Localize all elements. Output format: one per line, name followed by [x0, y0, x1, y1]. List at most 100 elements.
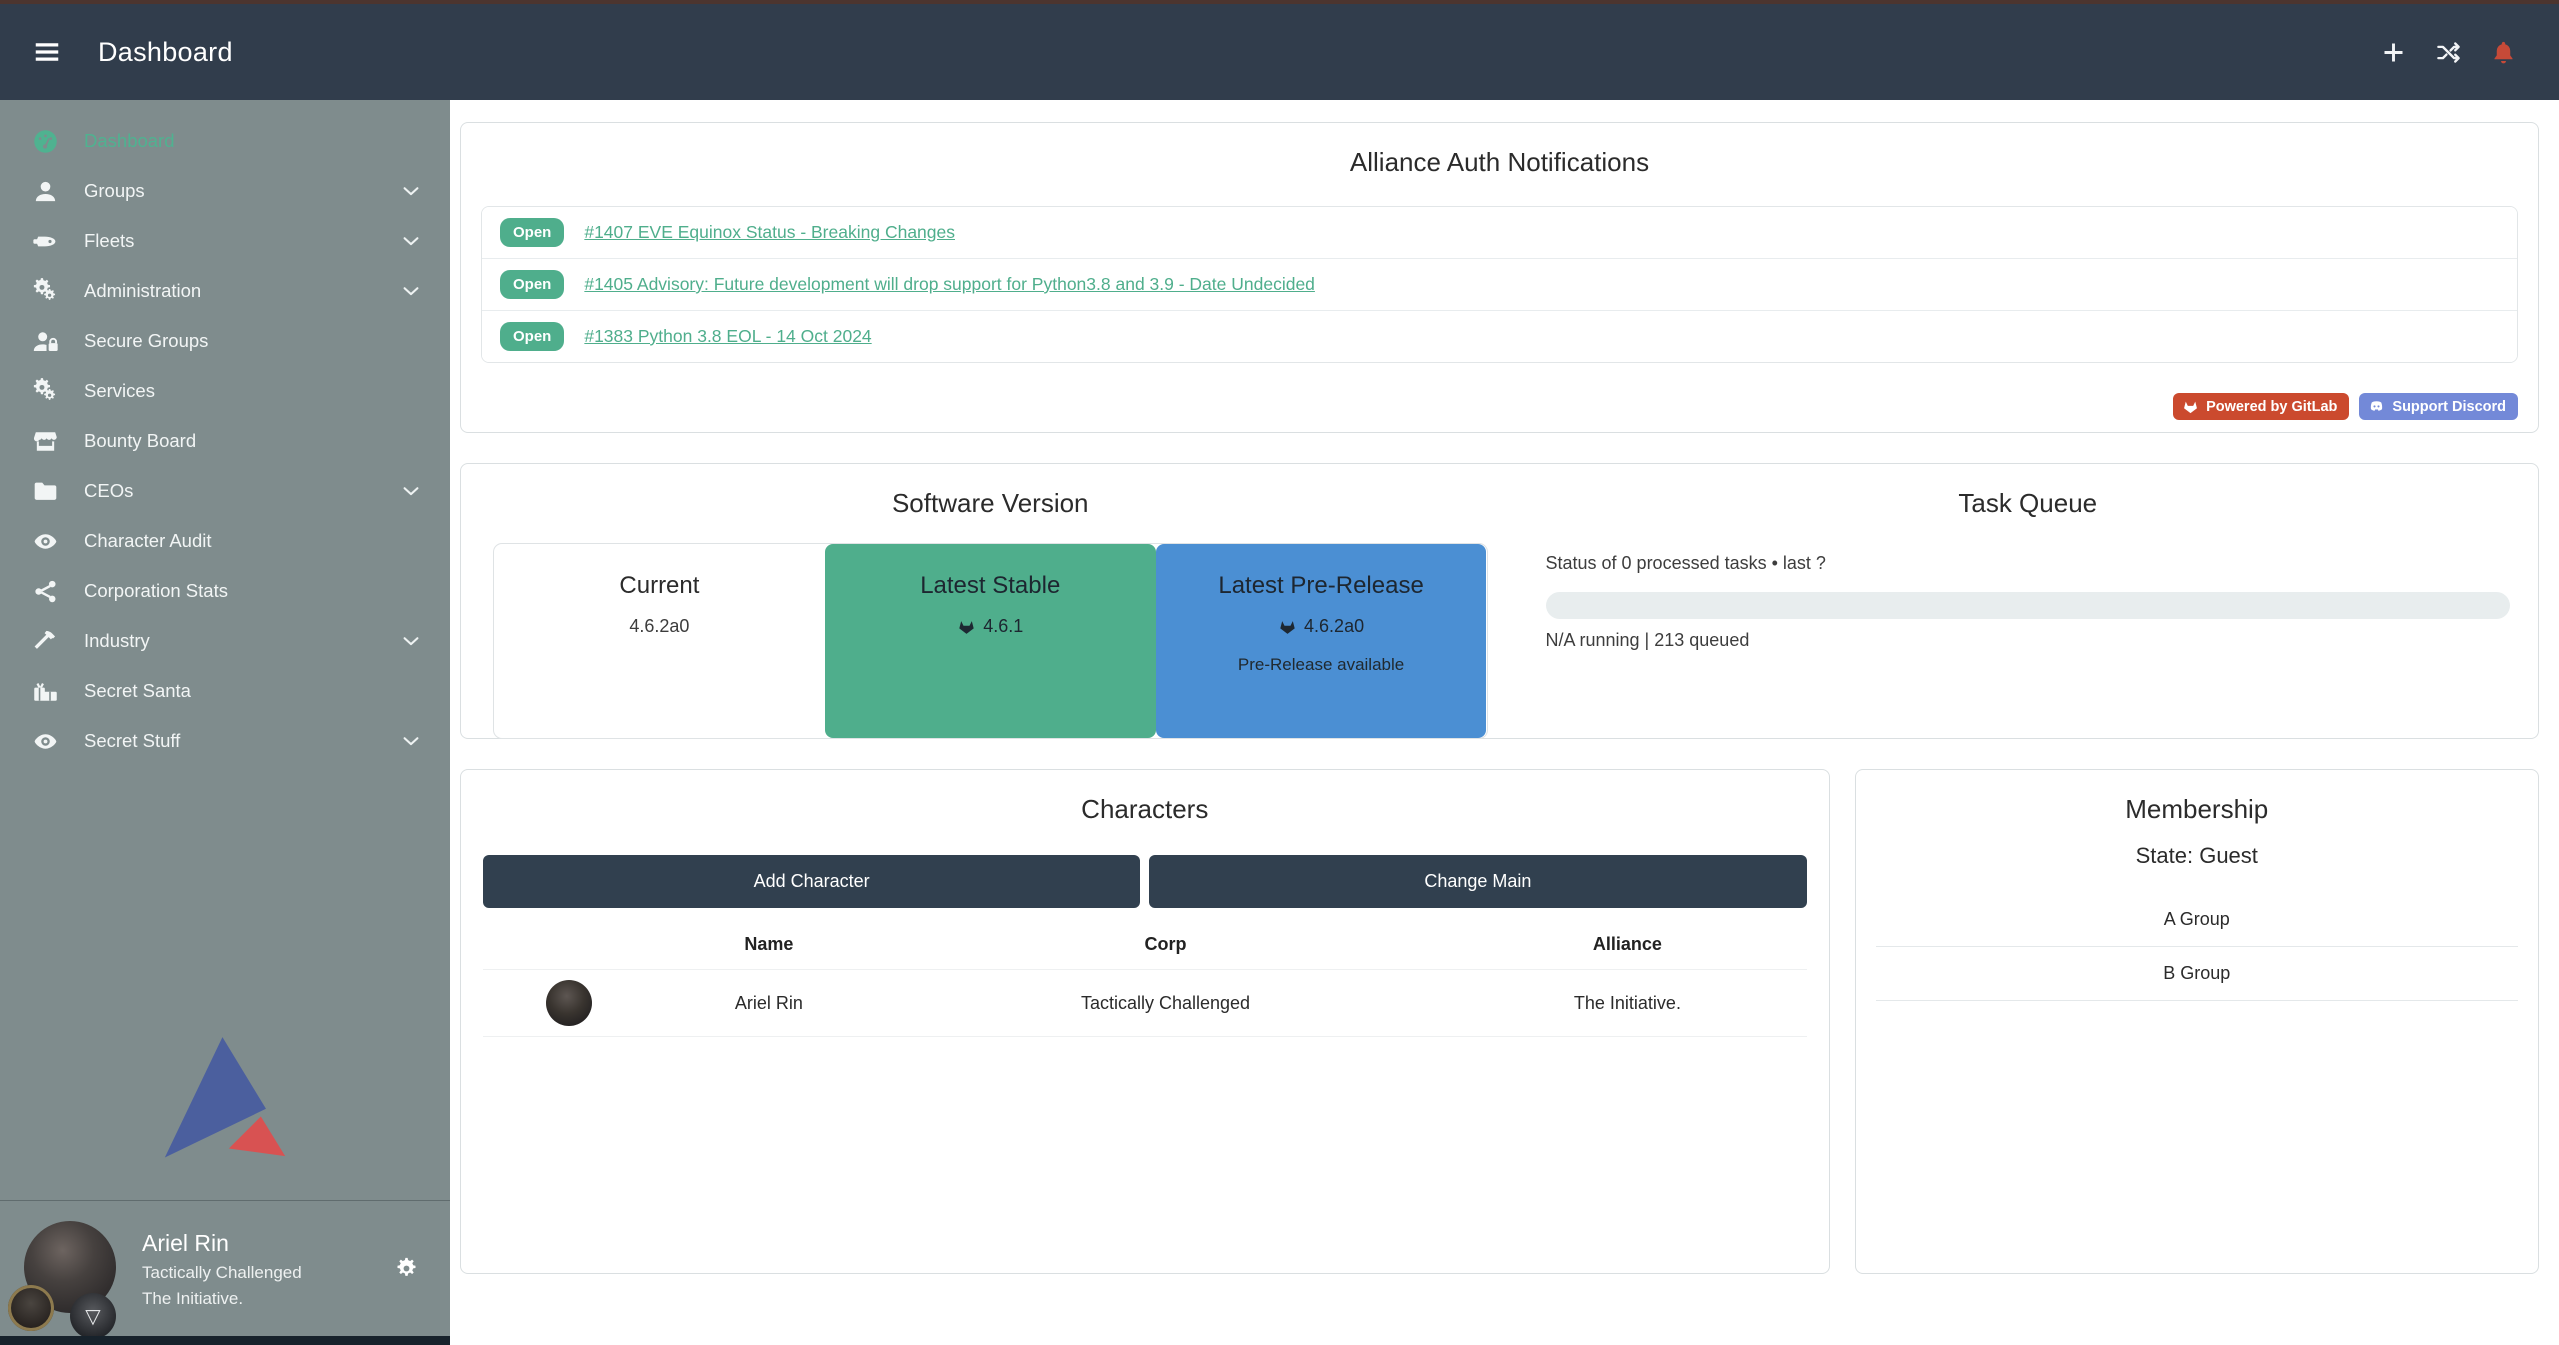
- gears-icon: [30, 276, 60, 306]
- version-boxes: Current4.6.2a0Latest Stable4.6.1Latest P…: [493, 543, 1488, 739]
- task-queue-summary: N/A running | 213 queued: [1546, 630, 2511, 651]
- page-title: Dashboard: [98, 37, 233, 68]
- software-taskqueue-panel: Software Version Current 4.6.2a0Latest St…: [460, 463, 2539, 739]
- task-queue-progressbar: [1546, 592, 2511, 619]
- notification-link[interactable]: #1383 Python 3.8 EOL - 14 Oct 2024: [584, 326, 871, 347]
- user-lock-icon: [30, 326, 60, 356]
- eye-icon: [30, 526, 60, 556]
- sidebar-item-label: Corporation Stats: [84, 580, 422, 602]
- sidebar-item-bounty-board[interactable]: Bounty Board: [0, 416, 450, 466]
- sidebar-item-secret-stuff[interactable]: Secret Stuff: [0, 716, 450, 766]
- character-alliance: The Initiative.: [1448, 970, 1806, 1037]
- col-name: Name: [655, 918, 883, 970]
- task-queue-status: Status of 0 processed tasks • last ?: [1546, 553, 2511, 574]
- top-navbar: Dashboard: [0, 4, 2559, 100]
- col-portrait: [483, 918, 655, 970]
- notification-row: Open#1405 Advisory: Future development w…: [482, 258, 2517, 310]
- folder-icon: [30, 476, 60, 506]
- store-icon: [30, 426, 60, 456]
- sidebar-spacer: [0, 766, 450, 1026]
- user-name: Ariel Rin: [142, 1228, 302, 1259]
- chevron-down-icon: [400, 230, 422, 252]
- gifts-icon: [30, 676, 60, 706]
- sidebar-item-label: CEOs: [84, 480, 400, 502]
- software-version-title: Software Version: [481, 488, 1500, 519]
- chevron-down-icon: [400, 280, 422, 302]
- user-corp: Tactically Challenged: [142, 1262, 302, 1285]
- character-portrait: [546, 980, 592, 1026]
- sidebar-item-label: Administration: [84, 280, 400, 302]
- sidebar-item-services[interactable]: Services: [0, 366, 450, 416]
- user-alliance: The Initiative.: [142, 1288, 302, 1311]
- menu-hamburger-icon[interactable]: [32, 37, 62, 67]
- version-value: 4.6.2a0: [494, 616, 825, 637]
- characters-table-body: Ariel RinTactically ChallengedThe Initia…: [483, 970, 1807, 1037]
- notification-row: Open#1407 EVE Equinox Status - Breaking …: [482, 207, 2517, 258]
- support-discord-badge[interactable]: Support Discord: [2359, 393, 2518, 420]
- version-box-label: Latest Pre-Release: [1156, 572, 1487, 600]
- membership-group-row: B Group: [1876, 947, 2518, 1001]
- sidebar-item-secret-santa[interactable]: Secret Santa: [0, 666, 450, 716]
- membership-group-row: A Group: [1876, 893, 2518, 947]
- sidebar-item-secure-groups[interactable]: Secure Groups: [0, 316, 450, 366]
- membership-state: State: Guest: [1876, 843, 2518, 869]
- chevron-down-icon: [400, 730, 422, 752]
- version-box-pre: Latest Pre-Release 4.6.2a0 Pre-Release ava…: [1156, 544, 1487, 738]
- add-character-button[interactable]: Add Character: [483, 855, 1140, 908]
- notifications-footer-badges: Powered by GitLab Support Discord: [2173, 393, 2518, 420]
- user-icon: [30, 176, 60, 206]
- badge-label: Powered by GitLab: [2206, 399, 2337, 415]
- status-badge: Open: [500, 322, 564, 351]
- characters-title: Characters: [483, 794, 1807, 825]
- sidebar-item-label: Bounty Board: [84, 430, 422, 452]
- sidebar-item-administration[interactable]: Administration: [0, 266, 450, 316]
- sidebar-item-industry[interactable]: Industry: [0, 616, 450, 666]
- sidebar-item-label: Dashboard: [84, 130, 422, 152]
- sidebar-item-label: Secret Santa: [84, 680, 422, 702]
- characters-table-header: NameCorpAlliance: [483, 918, 1807, 970]
- sidebar-item-label: Services: [84, 380, 422, 402]
- sidebar: Dashboard Groups Fleets Administration Secur…: [0, 100, 450, 1345]
- sidebar-item-ceos[interactable]: CEOs: [0, 466, 450, 516]
- chevron-down-icon: [400, 180, 422, 202]
- membership-groups: A GroupB Group: [1876, 893, 2518, 1001]
- notification-link[interactable]: #1405 Advisory: Future development will …: [584, 274, 1315, 295]
- notification-row: Open #1383 Python 3.8 EOL - 14 Oct 2024: [482, 310, 2517, 362]
- character-name: Ariel Rin: [655, 970, 883, 1037]
- sidebar-item-label: Groups: [84, 180, 400, 202]
- membership-title: Membership: [1876, 794, 2518, 825]
- sidebar-item-label: Fleets: [84, 230, 400, 252]
- version-value: 4.6.2a0: [1156, 616, 1487, 637]
- gears-icon: [30, 376, 60, 406]
- notifications-list: Open #1407 EVE Equinox Status - Breaking …: [481, 206, 2518, 363]
- version-note: Pre-Release available: [1156, 655, 1487, 675]
- change-main-button[interactable]: Change Main: [1149, 855, 1806, 908]
- sidebar-item-character-audit[interactable]: Character Audit: [0, 516, 450, 566]
- task-queue-section: Task Queue Status of 0 processed tasks •…: [1500, 480, 2519, 722]
- version-box-label: Latest Stable: [825, 572, 1156, 600]
- sidebar-item-dashboard[interactable]: Dashboard: [0, 116, 450, 166]
- powered-by-gitlab-badge[interactable]: Powered by GitLab: [2173, 393, 2349, 420]
- shuffle-icon[interactable]: [2435, 39, 2462, 66]
- sidebar-item-label: Secure Groups: [84, 330, 422, 352]
- alliance-logo-badge: ▽: [70, 1293, 116, 1339]
- share-icon: [30, 576, 60, 606]
- sidebar-item-corporation-stats[interactable]: Corporation Stats: [0, 566, 450, 616]
- col-alliance: Alliance: [1448, 918, 1806, 970]
- user-avatar-wrap: ▽: [24, 1221, 120, 1317]
- version-box-label: Current: [494, 572, 825, 600]
- notifications-bell-icon[interactable]: [2490, 39, 2517, 66]
- sidebar-item-groups[interactable]: Groups: [0, 166, 450, 216]
- alliance-logo: [0, 1026, 450, 1166]
- sidebar-item-label: Character Audit: [84, 530, 422, 552]
- user-settings-gear-icon[interactable]: [393, 1255, 420, 1282]
- add-icon[interactable]: [2380, 39, 2407, 66]
- notification-link[interactable]: #1407 EVE Equinox Status - Breaking Chan…: [584, 222, 955, 243]
- character-row: Ariel RinTactically ChallengedThe Initia…: [483, 970, 1807, 1037]
- version-box-current: Current 4.6.2a0: [494, 544, 825, 738]
- characters-table: NameCorpAlliance Ariel RinTactically Cha…: [483, 918, 1807, 1037]
- sidebar-item-fleets[interactable]: Fleets: [0, 216, 450, 266]
- eye-icon: [30, 726, 60, 756]
- sidebar-menu: Dashboard Groups Fleets Administration Secur…: [0, 100, 450, 766]
- sidebar-item-label: Secret Stuff: [84, 730, 400, 752]
